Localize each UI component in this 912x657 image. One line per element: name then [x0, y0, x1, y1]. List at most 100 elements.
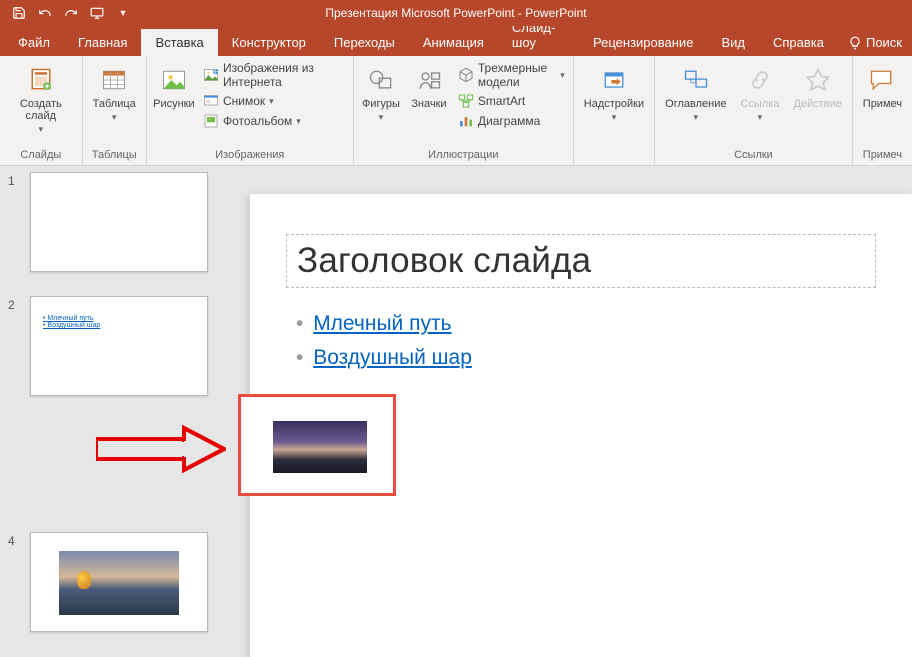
- tab-design[interactable]: Конструктор: [218, 29, 320, 56]
- slide-thumbnail-3-dragged[interactable]: [238, 394, 396, 496]
- group-label-comments: Примеч: [863, 147, 902, 163]
- tab-file[interactable]: Файл: [4, 29, 64, 56]
- new-slide-button[interactable]: Создать слайд ▾: [6, 60, 76, 139]
- table-icon: [98, 64, 130, 96]
- ribbon: Создать слайд ▾ Слайды Таблица ▾ Таблицы: [0, 56, 912, 166]
- thumb-number: 2: [8, 296, 22, 312]
- chart-button[interactable]: Диаграмма: [456, 112, 567, 130]
- cube-icon: [458, 67, 474, 83]
- comment-label: Примеч: [863, 98, 902, 110]
- slide-body[interactable]: Млечный путь Воздушный шар: [286, 312, 876, 370]
- quick-access-toolbar: ▾: [0, 2, 134, 24]
- redo-button[interactable]: [60, 2, 82, 24]
- icons-button[interactable]: Значки: [408, 60, 450, 114]
- chevron-down-icon: ▾: [269, 96, 274, 107]
- slide-title-text: Заголовок слайда: [297, 241, 865, 281]
- chevron-down-icon: ▾: [612, 112, 617, 123]
- tab-help[interactable]: Справка: [759, 29, 838, 56]
- bullet-item: Воздушный шар: [296, 346, 876, 370]
- chevron-down-icon: ▾: [39, 124, 44, 135]
- pictures-label: Рисунки: [153, 98, 195, 110]
- ribbon-group-links: Оглавление ▾ Ссылка ▾ Действие Ссылки: [655, 56, 853, 165]
- hyperlink-2[interactable]: Воздушный шар: [313, 346, 472, 369]
- shapes-icon: [365, 64, 397, 96]
- table-button[interactable]: Таблица ▾: [89, 60, 140, 127]
- photo-album-icon: [203, 113, 219, 129]
- search-label: Поиск: [866, 35, 902, 50]
- start-slideshow-button[interactable]: [86, 2, 108, 24]
- table-label: Таблица: [93, 98, 136, 110]
- thumb-number: 1: [8, 172, 22, 188]
- ribbon-group-illustrations: Фигуры ▾ Значки Трехмерные модели ▾ Smar…: [354, 56, 574, 165]
- link-label: Ссылка: [740, 98, 779, 110]
- group-label-images: Изображения: [215, 147, 284, 163]
- tab-view[interactable]: Вид: [707, 29, 759, 56]
- shapes-label: Фигуры: [362, 98, 400, 110]
- slide-thumbnail-4[interactable]: [30, 532, 208, 632]
- slide-title-placeholder[interactable]: Заголовок слайда: [286, 234, 876, 288]
- lightbulb-icon: [848, 36, 862, 50]
- thumbnail-row-2: 2 • Млечный путь • Воздушный шар: [8, 296, 224, 396]
- zoom-label: Оглавление: [665, 98, 726, 110]
- photo-album-button[interactable]: Фотоальбом ▾: [201, 112, 347, 130]
- chevron-down-icon: ▾: [694, 112, 699, 123]
- photo-album-label: Фотоальбом: [223, 114, 292, 128]
- tab-transitions[interactable]: Переходы: [320, 29, 409, 56]
- tab-animations[interactable]: Анимация: [409, 29, 498, 56]
- save-button[interactable]: [8, 2, 30, 24]
- qat-customize-button[interactable]: ▾: [112, 2, 134, 24]
- chart-icon: [458, 113, 474, 129]
- search-button[interactable]: Поиск: [838, 29, 912, 56]
- window-title: Презентация Microsoft PowerPoint - Power…: [325, 6, 586, 20]
- tab-review[interactable]: Рецензирование: [579, 29, 707, 56]
- screenshot-label: Снимок: [223, 94, 265, 108]
- undo-button[interactable]: [34, 2, 56, 24]
- thumbnail-row-1: 1: [8, 172, 224, 272]
- hyperlink-1[interactable]: Млечный путь: [313, 312, 451, 335]
- slide-thumbnail-2[interactable]: • Млечный путь • Воздушный шар: [30, 296, 208, 396]
- ribbon-group-addins: Надстройки ▾: [574, 56, 655, 165]
- online-pictures-button[interactable]: Изображения из Интернета: [201, 60, 347, 90]
- addins-icon: [598, 64, 630, 96]
- tab-home[interactable]: Главная: [64, 29, 141, 56]
- work-area: 1 2 • Млечный путь • Воздушный шар 4 Заг…: [0, 166, 912, 657]
- chart-label: Диаграмма: [478, 114, 540, 128]
- screenshot-button[interactable]: Снимок ▾: [201, 92, 347, 110]
- chevron-down-icon: ▾: [296, 116, 301, 127]
- ribbon-group-slides: Создать слайд ▾ Слайды: [0, 56, 83, 165]
- ribbon-tabs: Файл Главная Вставка Конструктор Переход…: [0, 26, 912, 56]
- slide-thumbnail-1[interactable]: [30, 172, 208, 272]
- ribbon-group-images: Рисунки Изображения из Интернета Снимок …: [147, 56, 354, 165]
- addins-button[interactable]: Надстройки ▾: [580, 60, 648, 127]
- thumb-3-image: [273, 421, 367, 473]
- tab-insert[interactable]: Вставка: [141, 29, 217, 56]
- icons-label: Значки: [411, 98, 446, 110]
- zoom-icon: [680, 64, 712, 96]
- bullet-item: Млечный путь: [296, 312, 876, 336]
- chevron-down-icon: ▾: [112, 112, 117, 123]
- zoom-button[interactable]: Оглавление ▾: [661, 60, 730, 127]
- shapes-button[interactable]: Фигуры ▾: [360, 60, 402, 127]
- thumbnail-row-4: 4: [8, 532, 224, 632]
- icons-icon: [413, 64, 445, 96]
- link-icon: [744, 64, 776, 96]
- comment-button[interactable]: Примеч: [859, 60, 906, 114]
- chevron-down-icon: ▾: [379, 112, 384, 123]
- chevron-down-icon: ▾: [560, 70, 565, 81]
- thumb-2-content: • Млечный путь • Воздушный шар: [31, 297, 207, 347]
- thumb-number: 4: [8, 532, 22, 548]
- 3d-models-button[interactable]: Трехмерные модели ▾: [456, 60, 567, 90]
- group-label-tables: Таблицы: [92, 147, 137, 163]
- pictures-button[interactable]: Рисунки: [153, 60, 195, 114]
- thumb-4-image: [59, 551, 179, 615]
- smartart-button[interactable]: SmartArt: [456, 92, 567, 110]
- slide-thumbnails-panel[interactable]: 1 2 • Млечный путь • Воздушный шар 4: [0, 166, 232, 657]
- smartart-icon: [458, 93, 474, 109]
- comment-icon: [866, 64, 898, 96]
- title-bar: ▾ Презентация Microsoft PowerPoint - Pow…: [0, 0, 912, 26]
- new-slide-label: Создать слайд: [10, 98, 72, 122]
- picture-icon: [158, 64, 190, 96]
- group-label-links: Ссылки: [734, 147, 773, 163]
- chevron-down-icon: ▾: [758, 112, 763, 123]
- group-label-addins: [612, 147, 615, 163]
